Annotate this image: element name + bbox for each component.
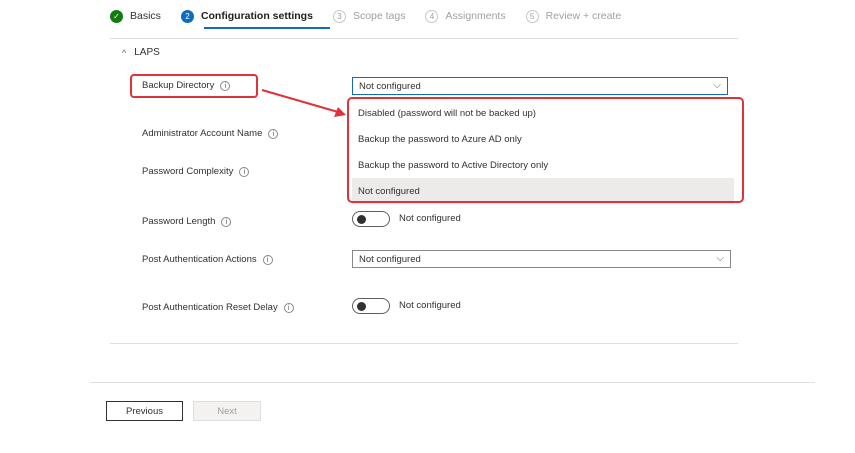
- password-length-label: Password Length i: [142, 216, 232, 227]
- post-auth-reset-delay-toggle[interactable]: [352, 298, 390, 314]
- info-icon[interactable]: i: [262, 254, 273, 265]
- post-auth-actions-dropdown[interactable]: Not configured ⌵: [352, 250, 731, 268]
- post-auth-reset-delay-label: Post Authentication Reset Delay i: [142, 302, 294, 313]
- chevron-down-icon: ⌵: [716, 253, 724, 264]
- info-icon[interactable]: i: [283, 302, 294, 313]
- field-label-text: Administrator Account Name: [142, 128, 263, 139]
- password-length-toggle[interactable]: [352, 211, 390, 227]
- divider: [110, 343, 738, 344]
- admin-account-name-label: Administrator Account Name i: [142, 128, 279, 139]
- info-icon[interactable]: i: [239, 166, 250, 177]
- dropdown-value: Not configured: [359, 253, 421, 265]
- password-complexity-label: Password Complexity i: [142, 166, 250, 177]
- toggle-state-text: Not configured: [399, 300, 461, 311]
- field-label-text: Post Authentication Reset Delay: [142, 302, 278, 313]
- toggle-knob: [357, 302, 366, 311]
- post-auth-actions-label: Post Authentication Actions i: [142, 254, 273, 265]
- field-label-text: Password Length: [142, 216, 216, 227]
- info-icon[interactable]: i: [268, 128, 279, 139]
- next-button[interactable]: Next: [193, 401, 261, 421]
- previous-button[interactable]: Previous: [106, 401, 183, 421]
- info-icon[interactable]: i: [221, 216, 232, 227]
- toggle-state-text: Not configured: [399, 213, 461, 224]
- field-label-text: Post Authentication Actions: [142, 254, 257, 265]
- toggle-knob: [357, 215, 366, 224]
- field-label-text: Password Complexity: [142, 166, 234, 177]
- footer-divider: [90, 382, 815, 383]
- callout-arrow: [261, 89, 346, 117]
